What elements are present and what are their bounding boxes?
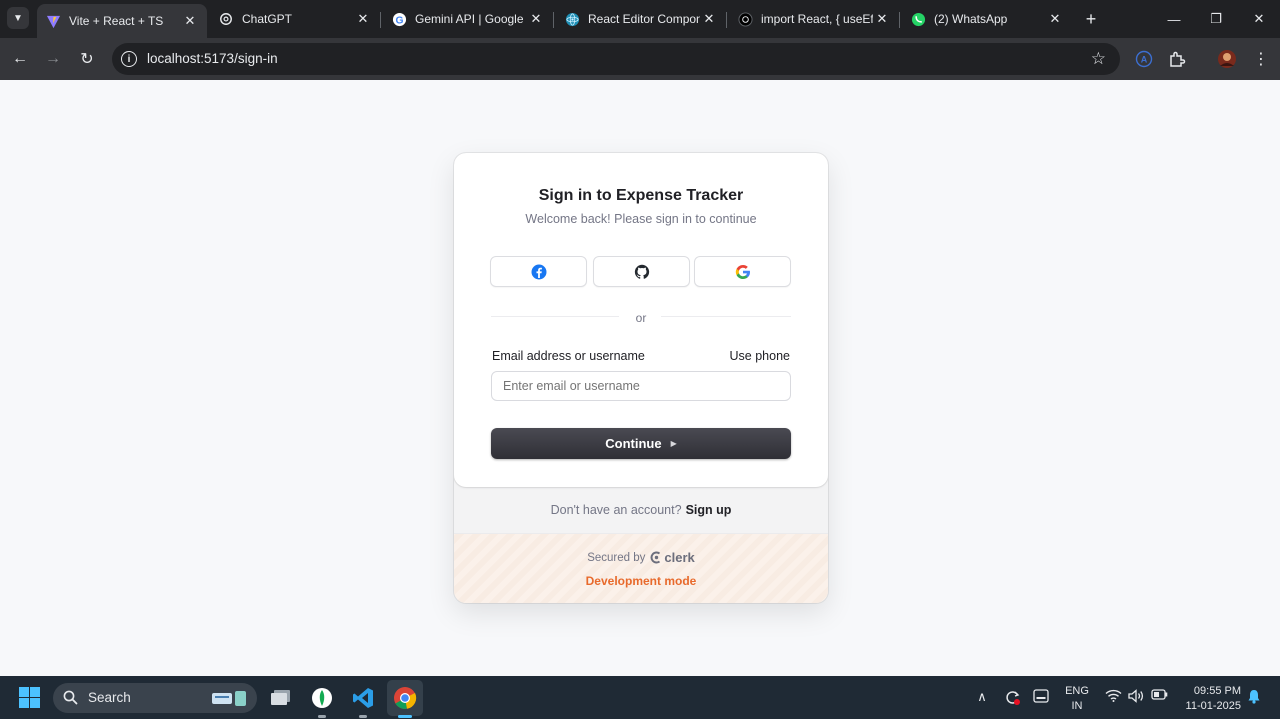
tab-title: Gemini API | Google (415, 12, 524, 26)
vite-icon (45, 13, 61, 29)
task-view-icon[interactable] (268, 685, 294, 711)
close-tab-icon[interactable]: ✕ (700, 10, 718, 28)
caret-right-icon: ▶ (670, 439, 677, 448)
sign-in-card: Sign in to Expense Tracker Welcome back!… (454, 153, 828, 603)
dark-circle-icon (737, 11, 753, 27)
clerk-brand-text: clerk (664, 550, 695, 565)
battery-icon[interactable] (1150, 689, 1168, 700)
translate-extension-icon[interactable]: A (1133, 48, 1155, 70)
use-phone-link[interactable]: Use phone (730, 349, 790, 363)
tab-gemini[interactable]: G Gemini API | Google ✕ (383, 4, 554, 34)
github-icon (634, 264, 649, 279)
region-code: IN (1071, 700, 1083, 712)
minimize-icon[interactable]: — (1163, 8, 1185, 30)
close-tab-icon[interactable]: ✕ (873, 10, 891, 28)
chrome-taskbar-icon[interactable] (387, 680, 423, 718)
notification-bell-icon[interactable] (1246, 689, 1262, 704)
keyboard-layout-icon[interactable] (1032, 689, 1050, 703)
tab-title: React Editor Compone (588, 12, 700, 26)
chrome-menu-icon[interactable]: ⋮ (1250, 48, 1272, 70)
tab-title: Vite + React + TS (69, 14, 164, 28)
close-tab-icon[interactable]: ✕ (1046, 10, 1064, 28)
system-clock[interactable]: 09:55 PM 11-01-2025 (1177, 684, 1241, 714)
tab-vite[interactable]: Vite + React + TS ✕ (37, 4, 207, 38)
sign-in-title: Sign in to Expense Tracker (538, 187, 744, 204)
clerk-footer: Secured by clerk Development mode (454, 533, 828, 603)
profile-avatar[interactable] (1216, 48, 1238, 70)
tab-title: ChatGPT (242, 12, 293, 26)
tab-title: (2) WhatsApp (934, 12, 1008, 26)
tab-chatgpt[interactable]: ChatGPT ✕ (210, 4, 381, 34)
chatgpt-icon (218, 11, 234, 27)
show-hidden-icons-chevron[interactable]: ∧ (975, 689, 989, 705)
sign-in-subtitle: Welcome back! Please sign in to continue (525, 212, 757, 226)
tab-search-chevron-icon[interactable]: ▼ (7, 7, 29, 29)
bookmark-star-icon[interactable]: ☆ (1091, 49, 1106, 69)
reload-icon[interactable]: ↻ (75, 47, 99, 71)
new-tab-plus-icon[interactable]: + (1080, 8, 1102, 30)
secured-by-clerk: Secured by clerk (454, 550, 828, 565)
clerk-icon (650, 551, 661, 564)
address-bar[interactable]: i localhost:5173/sign-in ☆ (112, 43, 1120, 75)
clerk-logo[interactable]: clerk (650, 550, 695, 565)
taskbar-search[interactable]: Search (53, 683, 257, 713)
restore-icon[interactable]: ❐ (1205, 8, 1227, 30)
sign-up-link[interactable]: Sign up (686, 503, 732, 517)
divider-or: or (635, 311, 647, 325)
vscode-icon[interactable] (350, 685, 376, 718)
tab-import-react[interactable]: import React, { useEff ✕ (729, 4, 900, 34)
divider-right (661, 316, 791, 317)
language-indicator[interactable]: ENG IN (1064, 684, 1090, 714)
wifi-icon[interactable] (1104, 689, 1122, 702)
extensions-puzzle-icon[interactable] (1166, 48, 1188, 70)
facebook-icon (531, 264, 546, 279)
email-username-input[interactable] (491, 371, 791, 401)
browser-toolbar: ← → ↻ i localhost:5173/sign-in ☆ A ⋮ (0, 38, 1280, 80)
email-label: Email address or username (492, 349, 645, 363)
svg-text:G: G (395, 15, 403, 26)
window-close-icon[interactable]: ✕ (1248, 8, 1270, 30)
browser-tab-bar: ▼ Vite + React + TS ✕ ChatGPT ✕ G Gemini… (0, 0, 1280, 38)
clock-date: 11-01-2025 (1185, 700, 1241, 712)
google-icon (735, 264, 750, 279)
tab-react-editor[interactable]: React Editor Compone ✕ (556, 4, 727, 34)
google-signin-button[interactable] (694, 256, 791, 287)
google-icon: G (391, 11, 407, 27)
continue-button[interactable]: Continue ▶ (491, 428, 791, 459)
volume-icon[interactable] (1127, 689, 1145, 703)
secured-by-text: Secured by (587, 551, 646, 564)
mongodb-compass-icon[interactable] (309, 685, 335, 718)
tab-whatsapp[interactable]: (2) WhatsApp ✕ (902, 4, 1072, 34)
continue-label: Continue (605, 436, 662, 451)
svg-text:A: A (1141, 55, 1148, 65)
url-text[interactable]: localhost:5173/sign-in (147, 51, 278, 66)
no-account-text: Don't have an account? (550, 503, 682, 517)
site-info-icon[interactable]: i (121, 51, 137, 67)
sync-status-icon[interactable] (1003, 689, 1021, 706)
facebook-signin-button[interactable] (490, 256, 587, 287)
windows-taskbar: Search ∧ ENG IN 09:55 PM 11-01-2025 (0, 676, 1280, 719)
development-mode-label: Development mode (585, 574, 697, 588)
close-tab-icon[interactable]: ✕ (527, 10, 545, 28)
github-signin-button[interactable] (593, 256, 690, 287)
tab-title: import React, { useEff (761, 12, 873, 26)
signup-prompt: Don't have an account? Sign up (454, 487, 828, 533)
search-label: Search (88, 690, 131, 705)
back-arrow-icon[interactable]: ← (8, 47, 32, 71)
clock-time: 09:55 PM (1193, 685, 1241, 697)
close-tab-icon[interactable]: ✕ (354, 10, 372, 28)
react-icon (564, 11, 580, 27)
search-icon (63, 690, 78, 708)
whatsapp-icon (910, 11, 926, 27)
search-highlight-art-icon (212, 691, 246, 706)
sign-in-form: Sign in to Expense Tracker Welcome back!… (454, 153, 828, 487)
windows-start-icon[interactable] (19, 687, 40, 708)
close-tab-icon[interactable]: ✕ (181, 12, 199, 30)
language-code: ENG (1065, 685, 1089, 697)
forward-arrow-icon[interactable]: → (41, 47, 65, 71)
